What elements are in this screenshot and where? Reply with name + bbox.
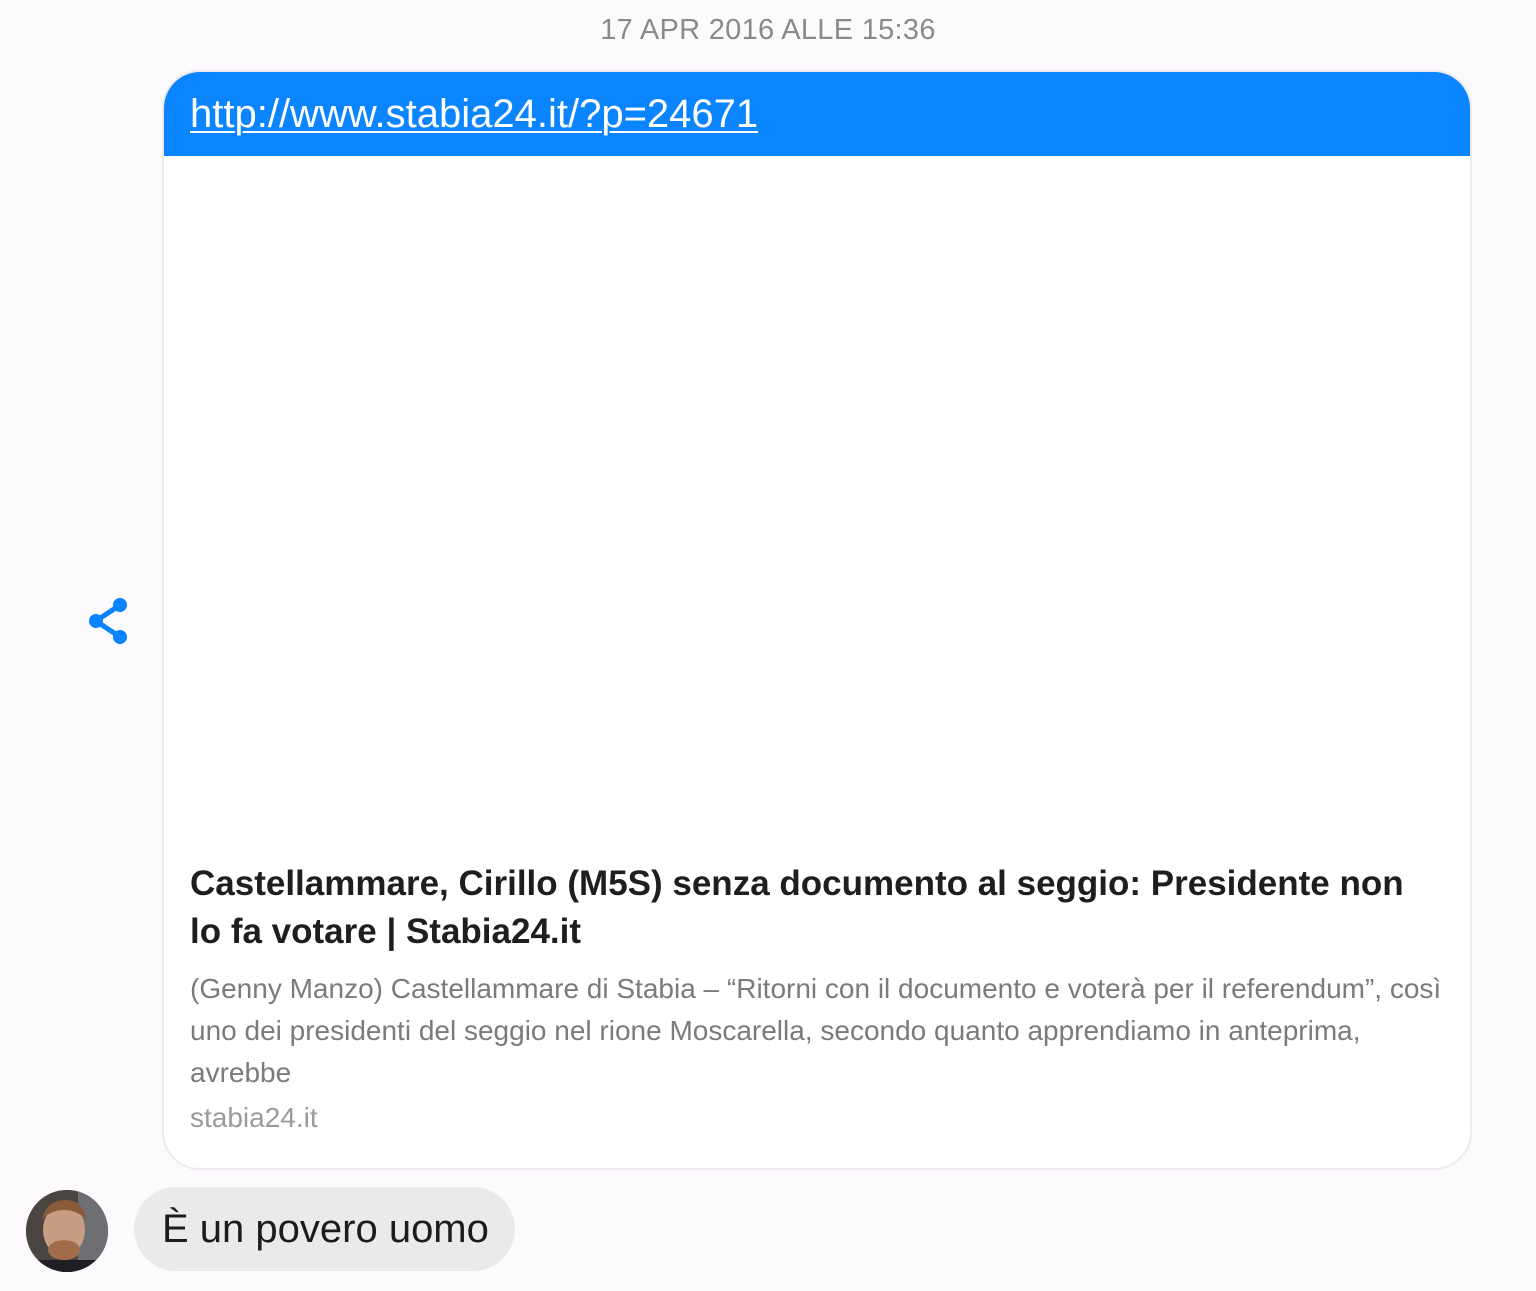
link-header: http://www.stabia24.it/?p=24671 (164, 72, 1470, 156)
avatar[interactable] (26, 1190, 108, 1272)
chat-view: 17 APR 2016 ALLE 15:36 http://www.stabia… (0, 0, 1536, 1291)
link-preview-body: Castellammare, Cirillo (M5S) senza docum… (164, 856, 1470, 1134)
message-text: È un povero uomo (162, 1206, 489, 1251)
message-bubble[interactable]: È un povero uomo (134, 1187, 515, 1271)
link-description: (Genny Manzo) Castellammare di Stabia – … (190, 973, 1442, 1088)
link-url[interactable]: http://www.stabia24.it/?p=24671 (190, 92, 758, 137)
share-icon (89, 598, 127, 644)
share-button[interactable] (84, 596, 132, 646)
link-preview-card[interactable]: http://www.stabia24.it/?p=24671 Castella… (162, 70, 1472, 1170)
link-title[interactable]: Castellammare, Cirillo (M5S) senza docum… (190, 860, 1444, 956)
avatar-photo (26, 1190, 108, 1272)
link-preview-image[interactable] (164, 156, 1470, 856)
link-domain: stabia24.it (190, 1102, 318, 1133)
message-timestamp: 17 APR 2016 ALLE 15:36 (600, 14, 936, 46)
